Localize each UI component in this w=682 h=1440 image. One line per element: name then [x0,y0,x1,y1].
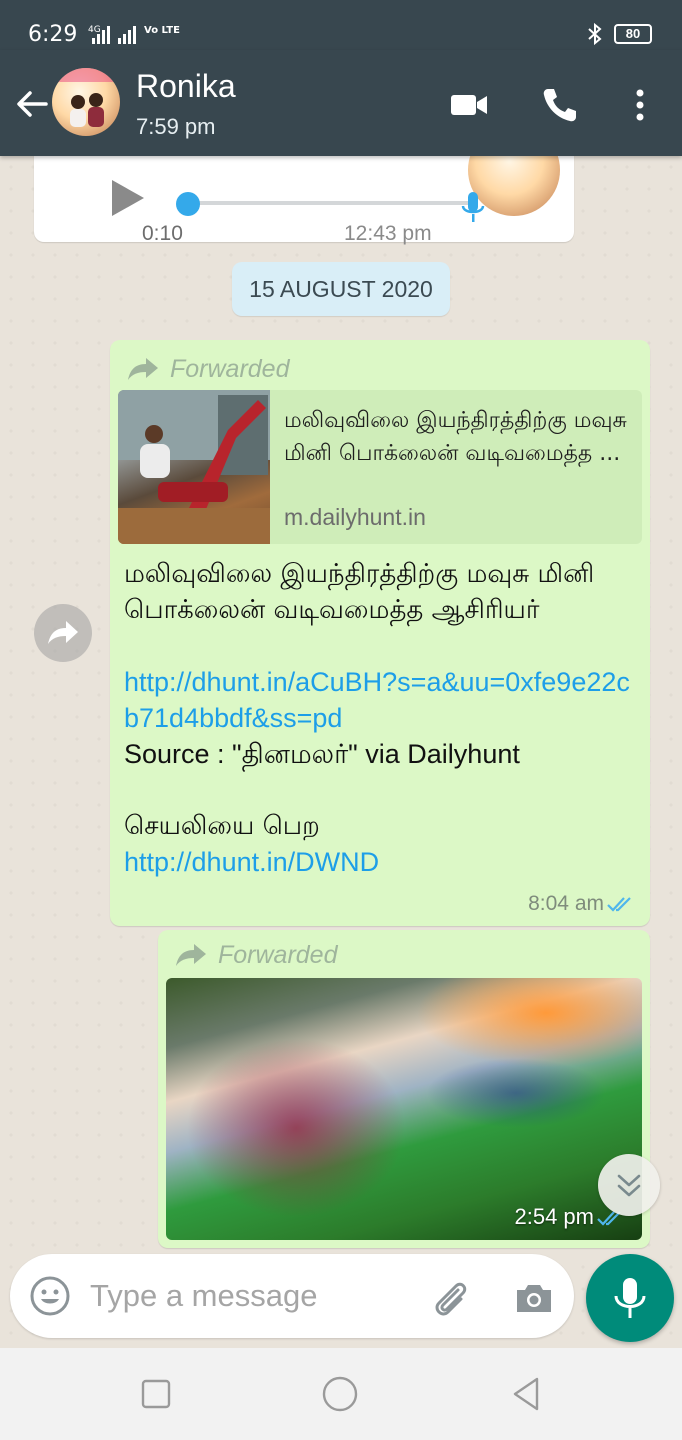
read-receipt-icon [607,897,631,912]
recents-icon[interactable] [136,1374,176,1414]
play-icon[interactable] [104,176,148,220]
contact-avatar[interactable] [52,68,120,136]
status-time: 6:29 [28,22,78,47]
message-link-app[interactable]: http://dhunt.in/DWND [124,844,638,880]
forwarded-link-message[interactable]: Forwarded மலிவுவிலை இயந்திரத்திற்கு மவுச… [110,340,650,926]
voice-message: 0:10 12:43 pm [34,156,574,245]
message-app-text: செயலியை பெற [124,811,320,841]
photo-timestamp: 2:54 pm [514,1204,595,1229]
forward-share-icon[interactable] [34,604,92,662]
voice-seek-knob[interactable] [176,192,200,216]
battery-indicator: 80 [614,24,652,44]
preview-image [118,390,270,544]
link-preview-title: மலிவுவிலை இயந்திரத்திற்கு மவுசு மினி பொக… [284,408,627,466]
message-source-text: Source : "தினமலர்" via Dailyhunt [124,739,520,769]
forwarded-icon [128,358,158,380]
network-label: 4G [88,25,101,35]
avatar-image [52,68,120,127]
voice-duration: 0:10 [142,222,183,245]
link-preview-domain: m.dailyhunt.in [284,504,426,530]
video-call-icon[interactable] [448,84,490,126]
forwarded-image-message[interactable]: Forwarded 2:54 pm [158,930,650,1248]
emoji-icon[interactable] [28,1274,72,1318]
forwarded-label-row: Forwarded [174,938,338,972]
home-icon[interactable] [320,1374,360,1414]
status-right: 80 [586,22,652,46]
status-bar: 6:29 4G Vo LTE 80 [0,0,682,50]
voice-record-button[interactable] [586,1254,674,1342]
system-nav-bar [0,1348,682,1440]
volte-label: Vo LTE [144,25,180,36]
mic-icon [614,1278,646,1318]
back-nav-icon[interactable] [506,1374,546,1414]
link-preview-thumbnail [118,390,270,544]
forwarded-icon [176,944,206,966]
photo-blur-orange [416,978,642,1068]
message-link-article[interactable]: http://dhunt.in/aCuBH?s=a&uu=0xfe9e22cb7… [124,664,638,736]
attachment-icon[interactable] [428,1276,472,1320]
more-vert-icon[interactable] [620,84,660,126]
voice-progress-track[interactable] [186,201,470,205]
message-composer [10,1254,574,1338]
forwarded-photo[interactable]: 2:54 pm [166,978,642,1240]
chat-header: Ronika 7:59 pm [0,50,682,156]
bluetooth-icon [588,22,602,46]
contact-name[interactable]: Ronika [136,68,236,105]
forwarded-label: Forwarded [170,354,290,383]
signal-icon: 4G Vo LTE [88,25,180,44]
forwarded-label: Forwarded [218,940,338,969]
chat-area[interactable]: 0:10 12:43 pm 15 AUGUST 2020 Forwarded ம… [0,156,682,1348]
scroll-to-bottom-icon[interactable] [598,1154,660,1216]
message-text-tamil: மலிவுவிலை இயந்திரத்திற்கு மவுசு மினி பொக… [124,559,595,625]
photo-blur-text [426,1058,606,1128]
mic-icon [461,192,485,222]
last-seen: 7:59 pm [136,114,216,139]
date-separator: 15 AUGUST 2020 [232,262,450,316]
message-timestamp: 8:04 am [528,892,604,915]
message-body: மலிவுவிலை இயந்திரத்திற்கு மவுசு மினி பொக… [124,556,638,880]
back-arrow-icon[interactable] [12,84,52,124]
forwarded-label-row: Forwarded [126,352,290,386]
photo-blur-machine [186,1038,406,1218]
phone-icon[interactable] [538,84,580,126]
link-preview[interactable]: மலிவுவிலை இயந்திரத்திற்கு மவுசு மினி பொக… [118,390,642,544]
message-input[interactable] [90,1274,410,1318]
voice-timestamp: 12:43 pm [344,222,432,245]
camera-icon[interactable] [512,1276,556,1320]
